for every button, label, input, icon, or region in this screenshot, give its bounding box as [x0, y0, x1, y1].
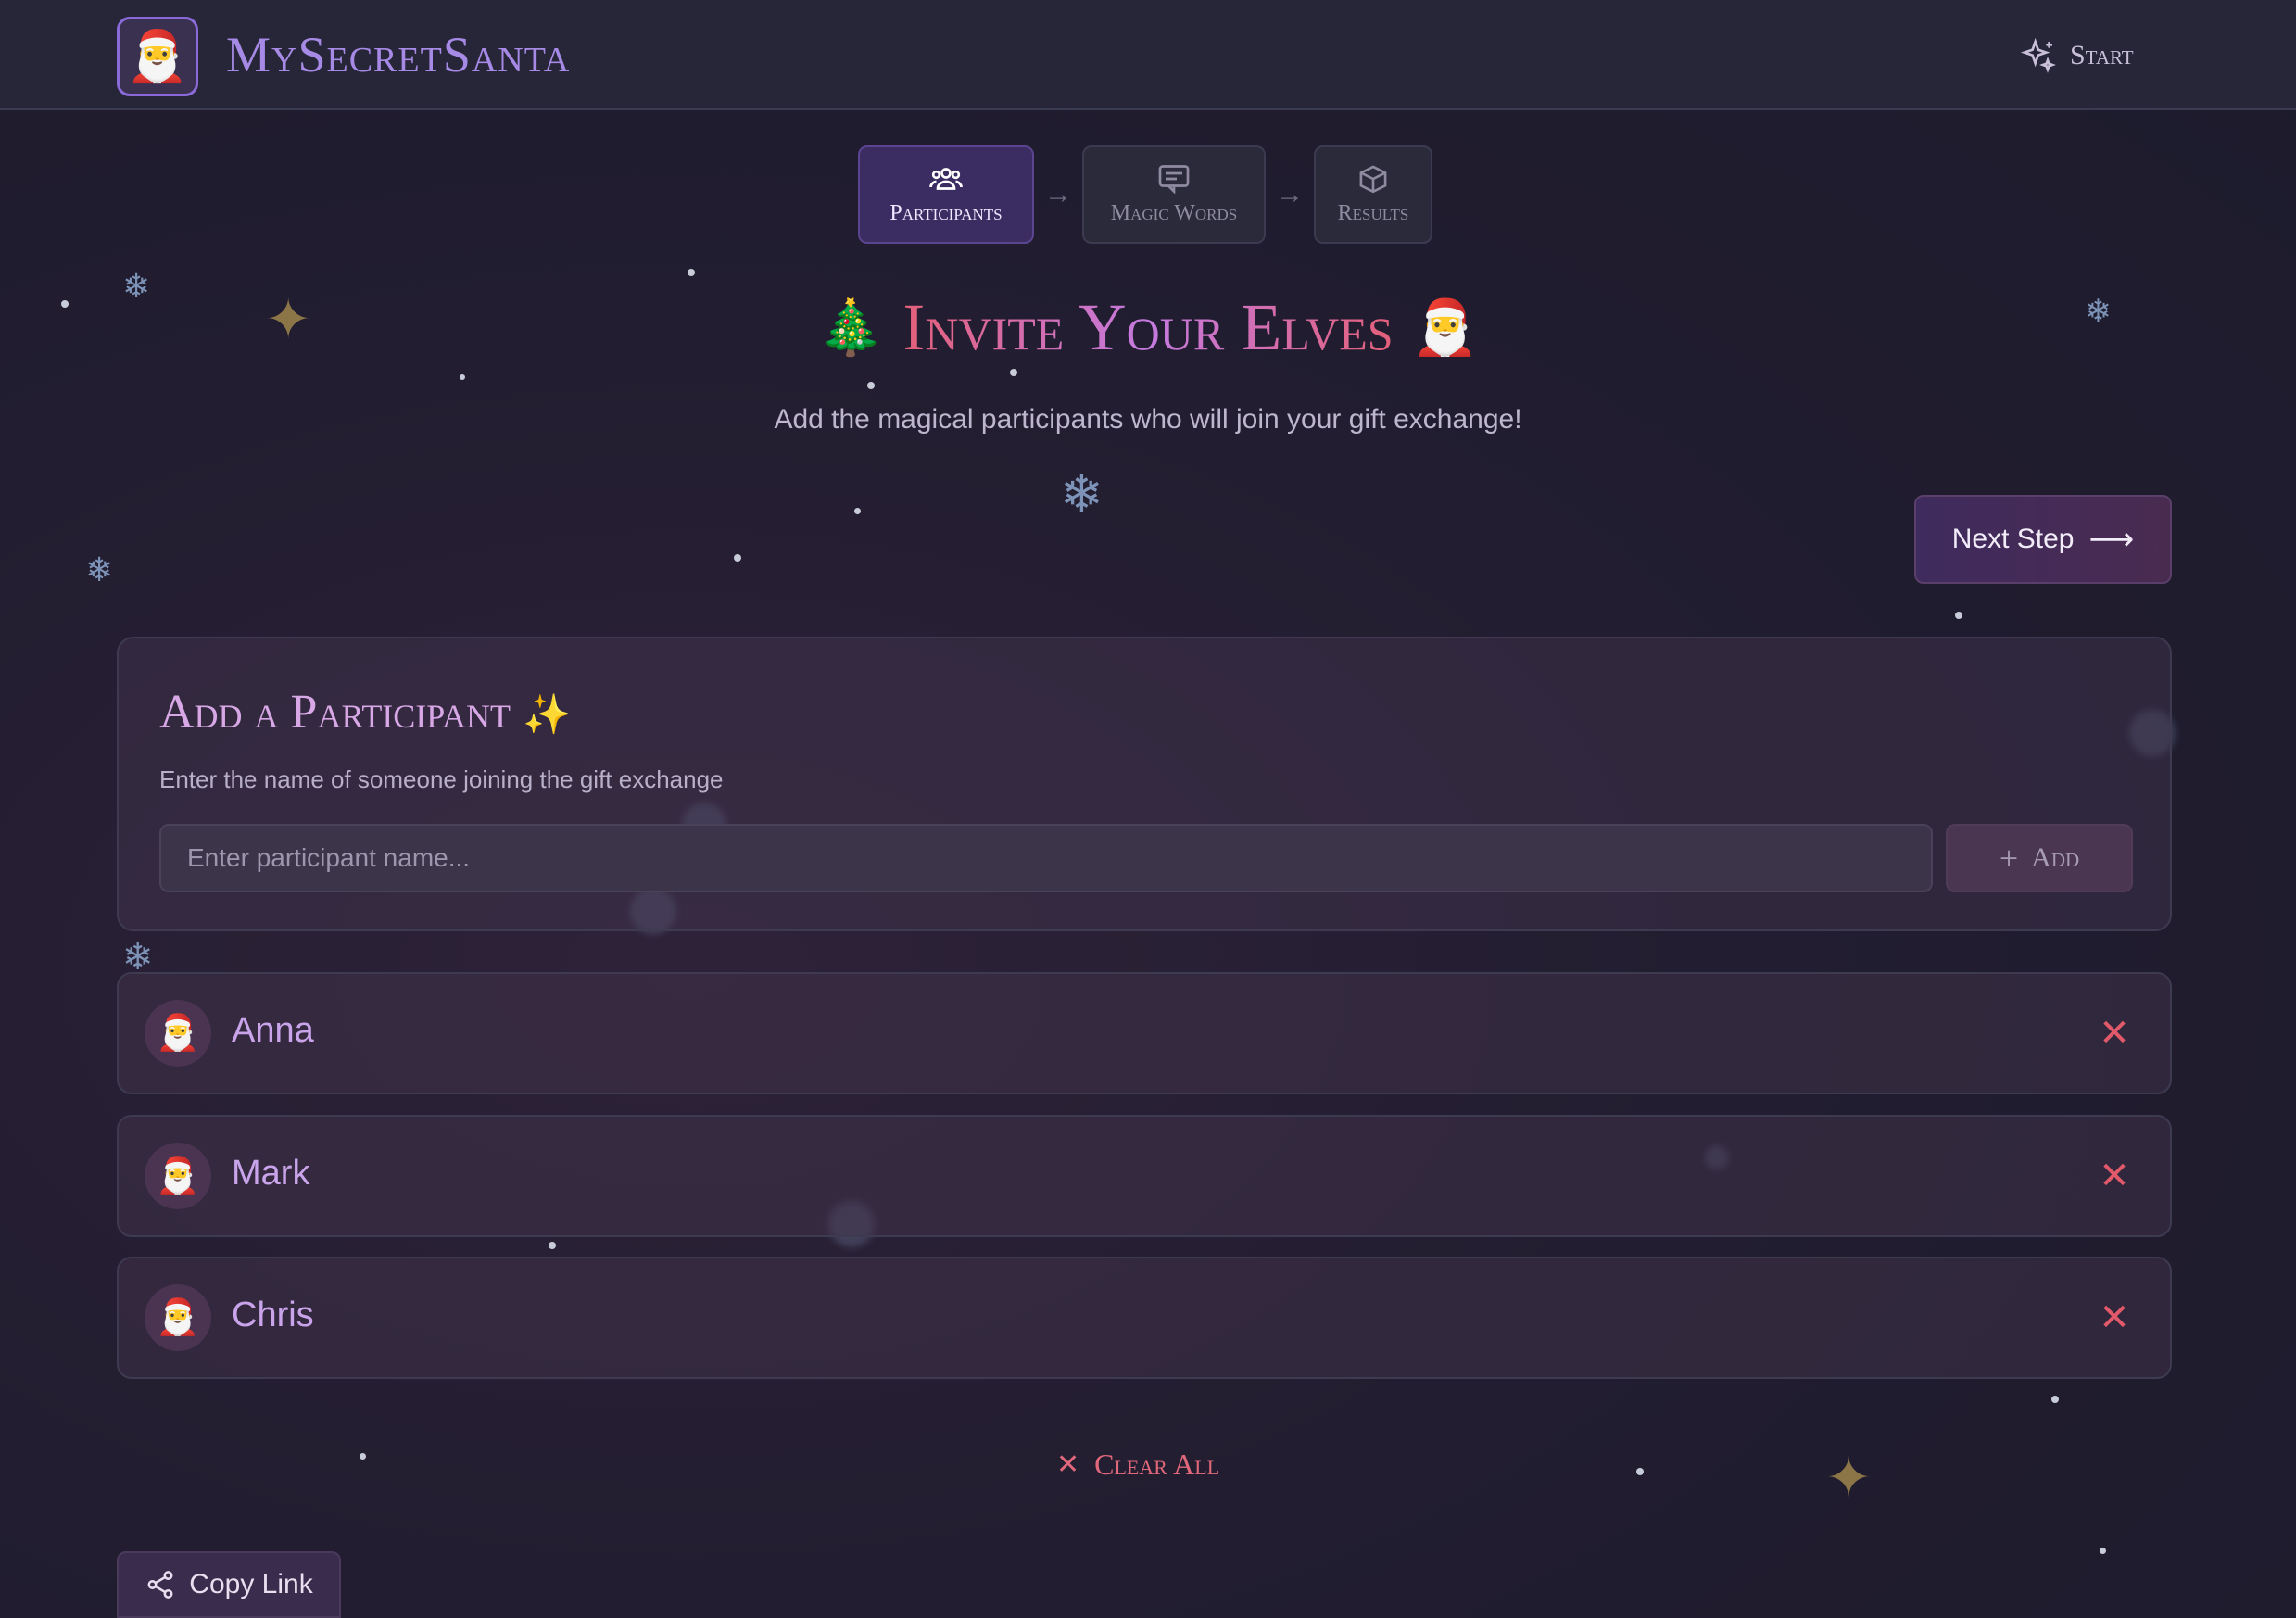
snowflake-icon: ❄	[85, 550, 114, 588]
step-label: Magic Words	[1110, 200, 1238, 225]
participant-row: 🎅 Chris ✕	[117, 1257, 2172, 1379]
next-step-button[interactable]: Next Step ⟶	[1914, 495, 2172, 584]
avatar: 🎅	[145, 1284, 211, 1351]
step-arrow: →	[1044, 179, 1072, 209]
snow-dot	[2051, 1396, 2059, 1403]
participant-row: 🎅 Mark ✕	[117, 1115, 2172, 1237]
page-title-text: Invite Your Elves	[902, 290, 1394, 364]
add-participant-title-text: Add a Participant	[159, 686, 511, 739]
logo[interactable]: 🎅	[117, 17, 198, 96]
progress-steps: Participants → Magic Words → Results	[858, 145, 1432, 244]
remove-participant-button[interactable]: ✕	[2096, 1299, 2133, 1336]
avatar: 🎅	[145, 1000, 211, 1067]
copy-link-label: Copy Link	[189, 1569, 313, 1599]
snow-dot	[867, 382, 875, 389]
start-label: Start	[2070, 40, 2134, 70]
box-icon	[1359, 164, 1387, 193]
participant-name: Anna	[232, 1011, 314, 1050]
snow-dot	[734, 554, 741, 562]
add-label: Add	[2031, 842, 2080, 873]
close-icon: ✕	[1056, 1448, 1080, 1480]
add-participant-title: Add a Participant ✨	[159, 685, 571, 739]
participant-name: Mark	[232, 1154, 310, 1193]
users-icon	[929, 167, 963, 190]
tree-emoji: 🎄	[817, 297, 885, 358]
plus-icon: +	[1999, 840, 2019, 877]
snow-dot	[1010, 369, 1017, 376]
top-navbar: 🎅 MySecretSanta Start	[0, 0, 2296, 110]
page-title: 🎄 Invite Your Elves 🎅	[0, 289, 2296, 366]
sparkles-icon	[2020, 37, 2056, 73]
clear-all-button[interactable]: ✕ Clear All	[1056, 1444, 1219, 1485]
add-participant-description: Enter the name of someone joining the gi…	[159, 765, 724, 793]
copy-link-button[interactable]: Copy Link	[117, 1551, 341, 1618]
page-subtitle: Add the magical participants who will jo…	[774, 404, 1522, 435]
step-arrow: →	[1276, 179, 1304, 209]
remove-participant-button[interactable]: ✕	[2096, 1015, 2133, 1052]
step-label: Results	[1337, 200, 1409, 225]
santa-avatar-icon: 🎅	[156, 1157, 200, 1195]
brand-name[interactable]: MySecretSanta	[226, 26, 570, 83]
snow-dot	[2100, 1548, 2106, 1554]
add-participant-card: Add a Participant ✨ Enter the name of so…	[117, 637, 2172, 931]
step-magic-words[interactable]: Magic Words	[1082, 145, 1266, 244]
step-results[interactable]: Results	[1314, 145, 1432, 244]
snow-dot	[360, 1453, 366, 1460]
remove-participant-button[interactable]: ✕	[2096, 1157, 2133, 1195]
avatar: 🎅	[145, 1143, 211, 1209]
clear-all-label: Clear All	[1094, 1447, 1220, 1481]
participant-name-input[interactable]	[159, 824, 1933, 892]
participant-row: 🎅 Anna ✕	[117, 972, 2172, 1094]
snow-dot	[854, 508, 861, 514]
snow-dot	[460, 374, 465, 380]
santa-avatar-icon: 🎅	[156, 1014, 200, 1053]
snow-dot	[549, 1242, 556, 1249]
santa-emoji: 🎅	[1411, 297, 1479, 358]
step-label: Participants	[889, 200, 1003, 225]
santa-avatar-icon: 🎅	[156, 1298, 200, 1337]
arrow-right-icon: ⟶	[2088, 522, 2135, 557]
add-participant-button[interactable]: + Add	[1946, 824, 2133, 892]
snow-dot	[1955, 612, 1962, 619]
snowflake-icon: ❄	[1060, 464, 1104, 523]
step-participants[interactable]: Participants	[858, 145, 1034, 244]
start-button[interactable]: Start	[2020, 33, 2134, 78]
snow-dot	[688, 269, 695, 276]
sparkles-emoji: ✨	[523, 694, 572, 737]
share-icon	[147, 1571, 173, 1599]
snow-dot	[1636, 1468, 1644, 1475]
next-step-label: Next Step	[1951, 524, 2075, 554]
santa-logo-icon: 🎅	[126, 28, 189, 84]
message-icon	[1158, 164, 1190, 194]
participant-name: Chris	[232, 1296, 314, 1334]
sparkle-icon: ✦	[1825, 1447, 1873, 1509]
